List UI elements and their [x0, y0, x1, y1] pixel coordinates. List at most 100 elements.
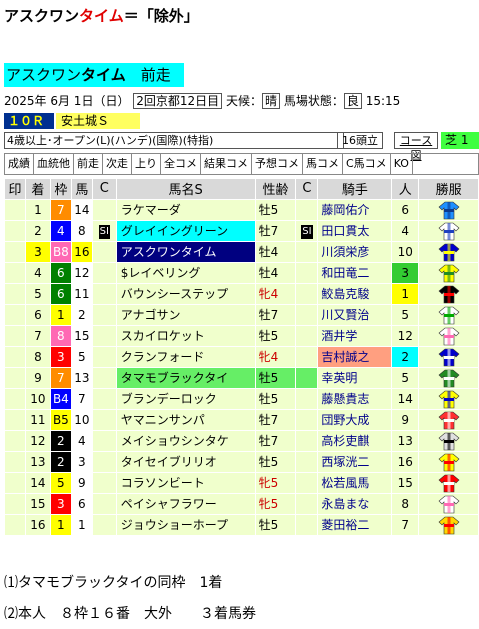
- horse-name[interactable]: クランフォード: [115, 345, 256, 368]
- tab-10[interactable]: KO: [391, 154, 413, 174]
- jockey-name[interactable]: 松若風馬: [317, 471, 393, 494]
- silk-icon: [418, 429, 479, 452]
- mark-cell[interactable]: [4, 303, 26, 326]
- tab-3[interactable]: 次走: [103, 154, 132, 174]
- tab-8[interactable]: 馬コメ: [303, 154, 343, 174]
- mark-cell[interactable]: [4, 429, 26, 452]
- table-row[interactable]: 12 2 4 メイショウシンタケ 牡7 高杉吏麒 13: [4, 429, 479, 452]
- column-header-0[interactable]: 印: [4, 178, 26, 200]
- horse-name[interactable]: コラソンビート: [115, 471, 256, 494]
- horse-name[interactable]: バウンシーステップ: [115, 282, 256, 305]
- horse-name[interactable]: グレイイングリーン: [115, 219, 256, 242]
- table-row[interactable]: 4 6 12 $レイベリング 牡4 和田竜二 3: [4, 261, 479, 284]
- column-header-6[interactable]: 性齢: [254, 178, 297, 200]
- column-header-7[interactable]: C: [295, 178, 319, 200]
- horse-name[interactable]: メイショウシンタケ: [115, 429, 256, 452]
- jockey-name[interactable]: 川又賢治: [317, 303, 393, 326]
- silk-icon: [418, 345, 479, 368]
- jockey-name[interactable]: 幸英明: [317, 366, 393, 389]
- horse-name[interactable]: $レイベリング: [115, 261, 256, 284]
- column-header-1[interactable]: 着: [24, 178, 51, 200]
- tab-5[interactable]: 全コメ: [161, 154, 201, 174]
- column-header-4[interactable]: C: [91, 178, 117, 200]
- table-row[interactable]: 15 3 6 ペイシャフラワー 牝5 永島まな 8: [4, 492, 479, 515]
- mark-cell[interactable]: [4, 345, 26, 368]
- c-mark-cell: [91, 240, 117, 263]
- horse-name[interactable]: ブランデーロック: [115, 387, 256, 410]
- mark-cell[interactable]: [4, 240, 26, 263]
- table-row[interactable]: 1 7 14 ラケマーダ 牡5 藤岡佑介 6: [4, 198, 479, 221]
- horse-name[interactable]: タマモブラックタイ: [115, 366, 256, 389]
- silk-icon: [418, 324, 479, 347]
- tab-4[interactable]: 上り: [132, 154, 161, 174]
- horse-name[interactable]: アナゴサン: [115, 303, 256, 326]
- horse-number: 5: [70, 345, 93, 368]
- jockey-name[interactable]: 菱田裕二: [317, 513, 393, 536]
- table-row[interactable]: 16 1 1 ジョウショーホープ 牡5 菱田裕二 7: [4, 513, 479, 536]
- horse-name[interactable]: ジョウショーホープ: [115, 513, 256, 536]
- horse-name[interactable]: ラケマーダ: [115, 198, 256, 221]
- horse-name[interactable]: アスクワンタイム: [115, 240, 256, 263]
- mark-cell[interactable]: [4, 198, 26, 221]
- column-header-8[interactable]: 騎手: [317, 178, 393, 200]
- jockey-name[interactable]: 藤岡佑介: [317, 198, 393, 221]
- table-row[interactable]: 13 2 3 タイセイブリリオ 牡5 西塚洸二 16: [4, 450, 479, 473]
- column-header-5[interactable]: 馬名S: [115, 178, 256, 200]
- table-row[interactable]: 5 6 11 バウンシーステップ 牝4 鮫島克駿 1: [4, 282, 479, 305]
- mark-cell[interactable]: [4, 282, 26, 305]
- tab-9[interactable]: C馬コメ: [343, 154, 391, 174]
- jockey-name[interactable]: 永島まな: [317, 492, 393, 515]
- table-row[interactable]: 8 3 5 クランフォード 牝4 吉村誠之 2: [4, 345, 479, 368]
- mark-cell[interactable]: [4, 513, 26, 536]
- column-header-9[interactable]: 人: [391, 178, 420, 200]
- horse-name[interactable]: スカイロケット: [115, 324, 256, 347]
- c-mark-cell: [91, 261, 117, 284]
- jockey-name[interactable]: 高杉吏麒: [317, 429, 393, 452]
- column-header-2[interactable]: 枠: [49, 178, 72, 200]
- finish-position: 16: [24, 513, 51, 536]
- mark-cell[interactable]: [4, 492, 26, 515]
- column-header-3[interactable]: 馬: [70, 178, 93, 200]
- jockey-name[interactable]: 田口貫太: [317, 219, 393, 242]
- mark-cell[interactable]: [4, 366, 26, 389]
- mark-cell[interactable]: [4, 450, 26, 473]
- horse-name[interactable]: ヤマニンサンパ: [115, 408, 256, 431]
- jockey-name[interactable]: 吉村誠之: [317, 345, 393, 368]
- mark-cell[interactable]: [4, 408, 26, 431]
- jockey-name[interactable]: 川須栄彦: [317, 240, 393, 263]
- mark-cell[interactable]: [4, 387, 26, 410]
- result-table: 印着枠馬 C 馬名S 性齢 C 騎手人勝服 1 7 14 ラケマーダ 牡5 藤岡佑介 6 2 4 8 SI グレ…: [4, 178, 479, 536]
- mark-cell[interactable]: [4, 219, 26, 242]
- jockey-name[interactable]: 酒井学: [317, 324, 393, 347]
- horse-name[interactable]: タイセイブリリオ: [115, 450, 256, 473]
- table-row[interactable]: 10 B4 7 ブランデーロック 牡5 藤懸貴志 14: [4, 387, 479, 410]
- table-row[interactable]: 3 B8 16 アスクワンタイム 牡4 川須栄彦 10: [4, 240, 479, 263]
- jockey-name[interactable]: 西塚洸二: [317, 450, 393, 473]
- table-row[interactable]: 14 5 9 コラソンビート 牝5 松若風馬 15: [4, 471, 479, 494]
- mark-cell[interactable]: [4, 261, 26, 284]
- frame-number: 7: [49, 198, 72, 221]
- jockey-name[interactable]: 和田竜二: [317, 261, 393, 284]
- horse-number: 6: [70, 492, 93, 515]
- column-header-10[interactable]: 勝服: [418, 178, 479, 200]
- course-map-link[interactable]: コース図: [394, 132, 438, 162]
- table-row[interactable]: 6 1 2 アナゴサン 牡7 川又賢治 5: [4, 303, 479, 326]
- c-mark-cell: [91, 198, 117, 221]
- sex-age: 牝5: [254, 492, 297, 515]
- horse-number: 4: [70, 429, 93, 452]
- table-row[interactable]: 9 7 13 タマモブラックタイ 牡5 幸英明 5: [4, 366, 479, 389]
- tab-2[interactable]: 前走: [74, 154, 103, 174]
- table-row[interactable]: 11 B5 10 ヤマニンサンパ 牡7 団野大成 9: [4, 408, 479, 431]
- jockey-name[interactable]: 団野大成: [317, 408, 393, 431]
- jockey-name[interactable]: 藤懸貴志: [317, 387, 393, 410]
- tab-7[interactable]: 予想コメ: [252, 154, 303, 174]
- table-row[interactable]: 7 8 15 スカイロケット 牡5 酒井学 12: [4, 324, 479, 347]
- tab-1[interactable]: 血統他: [34, 154, 74, 174]
- mark-cell[interactable]: [4, 324, 26, 347]
- tab-6[interactable]: 結果コメ: [201, 154, 252, 174]
- tab-0[interactable]: 成績: [5, 154, 34, 174]
- jockey-name[interactable]: 鮫島克駿: [317, 282, 393, 305]
- table-row[interactable]: 2 4 8 SI グレイイングリーン 牡7 SI 田口貫太 4: [4, 219, 479, 242]
- horse-name[interactable]: ペイシャフラワー: [115, 492, 256, 515]
- mark-cell[interactable]: [4, 471, 26, 494]
